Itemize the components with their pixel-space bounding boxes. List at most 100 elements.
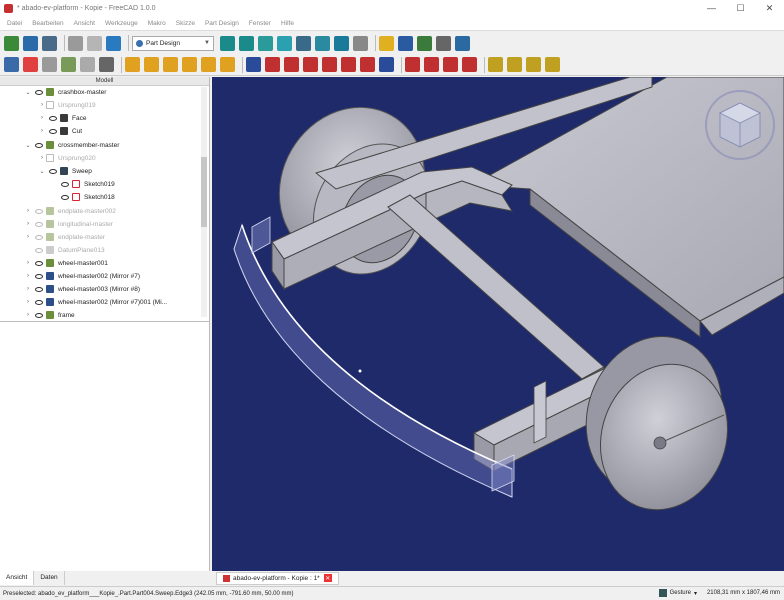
menu-hilfe[interactable]: Hilfe xyxy=(276,20,299,27)
refresh-icon[interactable] xyxy=(106,35,121,51)
fillet-icon[interactable] xyxy=(405,57,420,72)
tree-item-sweep[interactable]: ⌄ Sweep xyxy=(38,165,92,177)
measure-icon[interactable] xyxy=(334,35,349,51)
chevron-right-icon[interactable]: › xyxy=(24,260,32,266)
new-file-icon[interactable] xyxy=(4,35,19,51)
multitransform-icon[interactable] xyxy=(545,57,560,72)
eye-icon[interactable] xyxy=(35,286,43,292)
draw-style-icon[interactable] xyxy=(296,35,311,51)
eye-icon[interactable] xyxy=(35,142,43,148)
pocket-icon[interactable] xyxy=(246,57,261,72)
tree-item-crashbox-master[interactable]: ⌄ crashbox-master xyxy=(24,86,106,98)
zoom-in-icon[interactable] xyxy=(220,35,235,51)
additive-pipe-icon[interactable] xyxy=(182,57,197,72)
eye-icon[interactable] xyxy=(49,168,57,174)
menu-part-design[interactable]: Part Design xyxy=(200,20,244,27)
isometric-view-icon[interactable] xyxy=(315,35,330,51)
navigation-style-selector[interactable]: Gesture ▾ xyxy=(658,589,697,597)
whats-this-icon[interactable] xyxy=(455,35,470,51)
tree-item-endplate-master002[interactable]: › endplate-master002 xyxy=(24,205,116,217)
close-tab-icon[interactable]: ✕ xyxy=(323,574,332,582)
eye-icon[interactable] xyxy=(49,128,57,134)
attach-sketch-icon[interactable] xyxy=(42,57,57,72)
maximize-button[interactable]: ☐ xyxy=(726,0,755,16)
eye-icon[interactable] xyxy=(35,312,43,318)
tree-item-endplate-master[interactable]: › endplate-master xyxy=(24,231,105,243)
open-file-icon[interactable] xyxy=(23,35,38,51)
save-icon[interactable] xyxy=(42,35,57,51)
tree-item-sketch019[interactable]: Sketch019 xyxy=(58,178,115,190)
additive-loft-icon[interactable] xyxy=(163,57,178,72)
boolean-icon[interactable] xyxy=(379,57,394,72)
tree-item-wheel-master002-mirror7[interactable]: › wheel-master002 (Mirror #7) xyxy=(24,270,140,282)
tree-item-face[interactable]: › Face xyxy=(38,112,86,124)
tree-item-wheel-master002-mirror7-001[interactable]: › wheel-master002 (Mirror #7)001 (Mi... xyxy=(24,296,167,308)
3d-viewport[interactable]: ▢ xyxy=(212,77,784,571)
tab-daten[interactable]: Daten xyxy=(34,571,65,585)
linear-pattern-icon[interactable] xyxy=(507,57,522,72)
menu-fenster[interactable]: Fenster xyxy=(244,20,276,27)
eye-icon[interactable] xyxy=(35,260,43,266)
macro-icon[interactable] xyxy=(436,35,451,51)
view-fit-icon[interactable] xyxy=(258,35,273,51)
chevron-right-icon[interactable]: › xyxy=(24,286,32,292)
tree-item-ursprung020[interactable]: › Ursprung020 xyxy=(38,152,96,164)
subtractive-loft-icon[interactable] xyxy=(303,57,318,72)
front-wheel[interactable] xyxy=(565,317,748,527)
minimize-button[interactable]: — xyxy=(697,0,726,16)
body-icon[interactable] xyxy=(4,57,19,72)
group-icon[interactable] xyxy=(398,35,413,51)
chevron-right-icon[interactable]: › xyxy=(24,273,32,279)
chevron-right-icon[interactable]: › xyxy=(38,128,46,134)
eye-icon[interactable] xyxy=(35,247,43,253)
eye-icon[interactable] xyxy=(49,115,57,121)
pad-icon[interactable] xyxy=(125,57,140,72)
eye-icon[interactable] xyxy=(61,181,69,187)
datum-point-icon[interactable] xyxy=(80,57,95,72)
tree-scrollbar-thumb[interactable] xyxy=(201,157,207,227)
chevron-right-icon[interactable]: › xyxy=(24,234,32,240)
menu-skizze[interactable]: Skizze xyxy=(171,20,200,27)
subtractive-helix-icon[interactable] xyxy=(341,57,356,72)
part-icon[interactable] xyxy=(379,35,394,51)
sketch-icon[interactable] xyxy=(23,57,38,72)
validate-sketch-icon[interactable] xyxy=(61,57,76,72)
tree-item-crossmember-master[interactable]: ⌄ crossmember-master xyxy=(24,139,119,151)
std-tool-icon[interactable] xyxy=(353,35,368,51)
chevron-right-icon[interactable]: › xyxy=(38,115,46,121)
tree-item-wheel-master001[interactable]: › wheel-master001 xyxy=(24,257,108,269)
tree-item-cut[interactable]: › Cut xyxy=(38,125,82,137)
draft-icon[interactable] xyxy=(443,57,458,72)
tree-item-frame[interactable]: › frame xyxy=(24,309,75,321)
redo-icon[interactable] xyxy=(87,35,102,51)
eye-icon[interactable] xyxy=(61,194,69,200)
3d-model-scene[interactable]: ▢ xyxy=(212,77,784,571)
menu-werkzeuge[interactable]: Werkzeuge xyxy=(100,20,143,27)
chevron-down-icon[interactable]: ⌄ xyxy=(24,89,32,96)
datum-line-icon[interactable] xyxy=(99,57,114,72)
tree-item-ursprung019[interactable]: › Ursprung019 xyxy=(38,99,96,111)
groove-icon[interactable] xyxy=(284,57,299,72)
subtractive-primitive-icon[interactable] xyxy=(360,57,375,72)
workbench-selector[interactable]: Part Design ▼ xyxy=(132,35,214,51)
eye-icon[interactable] xyxy=(35,221,43,227)
chevron-down-icon[interactable]: ⌄ xyxy=(38,168,46,175)
tree-item-wheel-master003-mirror8[interactable]: › wheel-master003 (Mirror #8) xyxy=(24,283,140,295)
eye-icon[interactable] xyxy=(35,89,43,95)
zoom-out-icon[interactable] xyxy=(239,35,254,51)
undo-icon[interactable] xyxy=(68,35,83,51)
hole-icon[interactable] xyxy=(265,57,280,72)
tree-scrollbar[interactable] xyxy=(201,87,207,317)
subtractive-pipe-icon[interactable] xyxy=(322,57,337,72)
revolution-icon[interactable] xyxy=(144,57,159,72)
document-tab[interactable]: abado-ev-platform - Kopie : 1* ✕ xyxy=(216,571,339,585)
chevron-right-icon[interactable]: › xyxy=(24,299,32,305)
eye-icon[interactable] xyxy=(35,208,43,214)
tree-item-longitudinal-master[interactable]: › longitudinal-master xyxy=(24,218,113,230)
chevron-right-icon[interactable]: › xyxy=(38,102,46,108)
additive-helix-icon[interactable] xyxy=(201,57,216,72)
mirrored-icon[interactable] xyxy=(488,57,503,72)
close-button[interactable]: ✕ xyxy=(755,0,784,16)
tree-item-datumplane013[interactable]: DatumPlane013 xyxy=(32,244,105,256)
tab-ansicht[interactable]: Ansicht xyxy=(0,571,35,585)
